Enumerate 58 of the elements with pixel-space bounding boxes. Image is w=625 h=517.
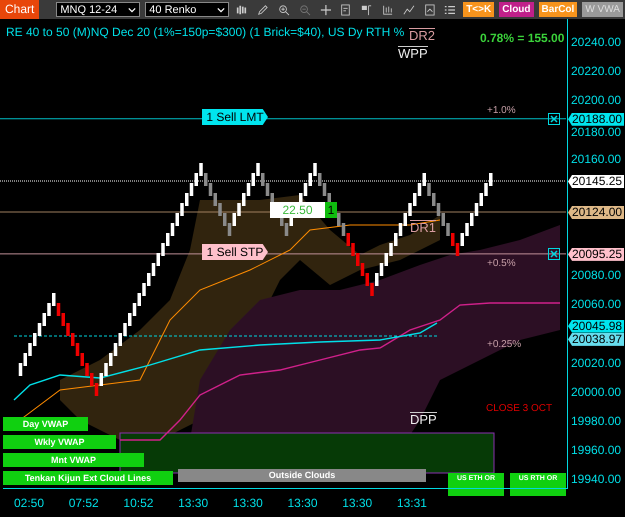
- price-axis-label: 19980.00: [571, 414, 622, 428]
- price-axis-label: 20220.00: [571, 64, 622, 78]
- price-tag: 20188.00: [568, 112, 624, 126]
- toolbar-button[interactable]: Cloud: [499, 2, 534, 17]
- pivot-level-label: DPP: [410, 412, 437, 427]
- price-axis-label: 19940.00: [571, 472, 622, 486]
- pencil-icon[interactable]: [257, 2, 269, 16]
- pivot-level-label: DR1: [410, 220, 436, 235]
- position-quantity[interactable]: 1: [325, 202, 337, 218]
- legend-label: Wkly VWAP: [3, 435, 116, 449]
- pivot-level-label: WPP: [398, 46, 428, 61]
- zoom-in-icon[interactable]: [278, 2, 290, 16]
- data-box-icon[interactable]: [340, 2, 352, 16]
- legend-label: Tenkan Kijun Ext Cloud Lines: [3, 471, 173, 485]
- time-axis-label: 13:30: [342, 496, 372, 510]
- percent-level-label: +0.5%: [487, 258, 516, 269]
- caret-icon: [128, 6, 136, 12]
- time-axis-label: 13:30: [178, 496, 208, 510]
- time-axis-label: 07:52: [68, 496, 99, 510]
- price-axis-label: 20180.00: [571, 125, 622, 140]
- close-label: CLOSE 3 OCT: [486, 403, 552, 414]
- zoom-out-icon[interactable]: [298, 2, 310, 16]
- chart-description: RE 40 to 50 (M)NQ Dec 20 (1%=150p=$300) (1 Brick=$40), US Dy RTH %: [6, 25, 404, 39]
- legend-label: Mnt VWAP: [3, 453, 144, 467]
- time-axis-label: 02:50: [14, 496, 44, 510]
- price-tag: 20038.97: [568, 332, 624, 346]
- chart-title: Chart: [0, 0, 40, 19]
- close-icon[interactable]: [548, 112, 560, 125]
- price-axis-label: 20200.00: [571, 93, 622, 108]
- price-tag: 20145.25: [568, 175, 624, 188]
- order-tag[interactable]: 1 Sell STP: [202, 244, 268, 260]
- price-tag: 20124.00: [568, 206, 624, 219]
- order-tag[interactable]: 1 Sell LMT: [202, 109, 268, 125]
- price-axis-label: 19960.00: [571, 442, 622, 457]
- percent-level-label: +1.0%: [487, 105, 516, 116]
- bar-type-dropdown[interactable]: 40 Renko: [145, 2, 230, 17]
- time-axis-label: 10:52: [123, 496, 154, 510]
- price-axis-label: 20160.00: [571, 152, 622, 166]
- price-axis-label: 20000.00: [571, 384, 622, 399]
- time-axis-label: 13:31: [396, 496, 427, 510]
- pivot-level-label: DR2: [409, 28, 436, 43]
- time-axis-label: 13:30: [288, 496, 318, 510]
- instrument-dropdown[interactable]: MNQ 12-24: [56, 2, 140, 17]
- time-axis-label: 13:30: [232, 496, 263, 510]
- close-icon[interactable]: [548, 248, 560, 260]
- zone-label: Outside Clouds: [178, 469, 426, 482]
- price-tag: 20045.98: [568, 320, 624, 333]
- line-chart-icon[interactable]: [402, 2, 415, 16]
- legend-label: Day VWAP: [3, 417, 88, 431]
- price-axis-label: 20060.00: [571, 297, 622, 312]
- caret-icon: [217, 6, 226, 12]
- percent-change-text: 0.78% = 155.00: [480, 31, 564, 45]
- price-axis-label: 20240.00: [571, 35, 622, 49]
- percent-level-label: +0.25%: [487, 339, 522, 350]
- price-axis-label: 20080.00: [571, 268, 622, 282]
- price-tag: 20095.25: [568, 248, 624, 261]
- price-axis-label: 20020.00: [571, 356, 622, 370]
- crosshair-icon[interactable]: [320, 2, 332, 16]
